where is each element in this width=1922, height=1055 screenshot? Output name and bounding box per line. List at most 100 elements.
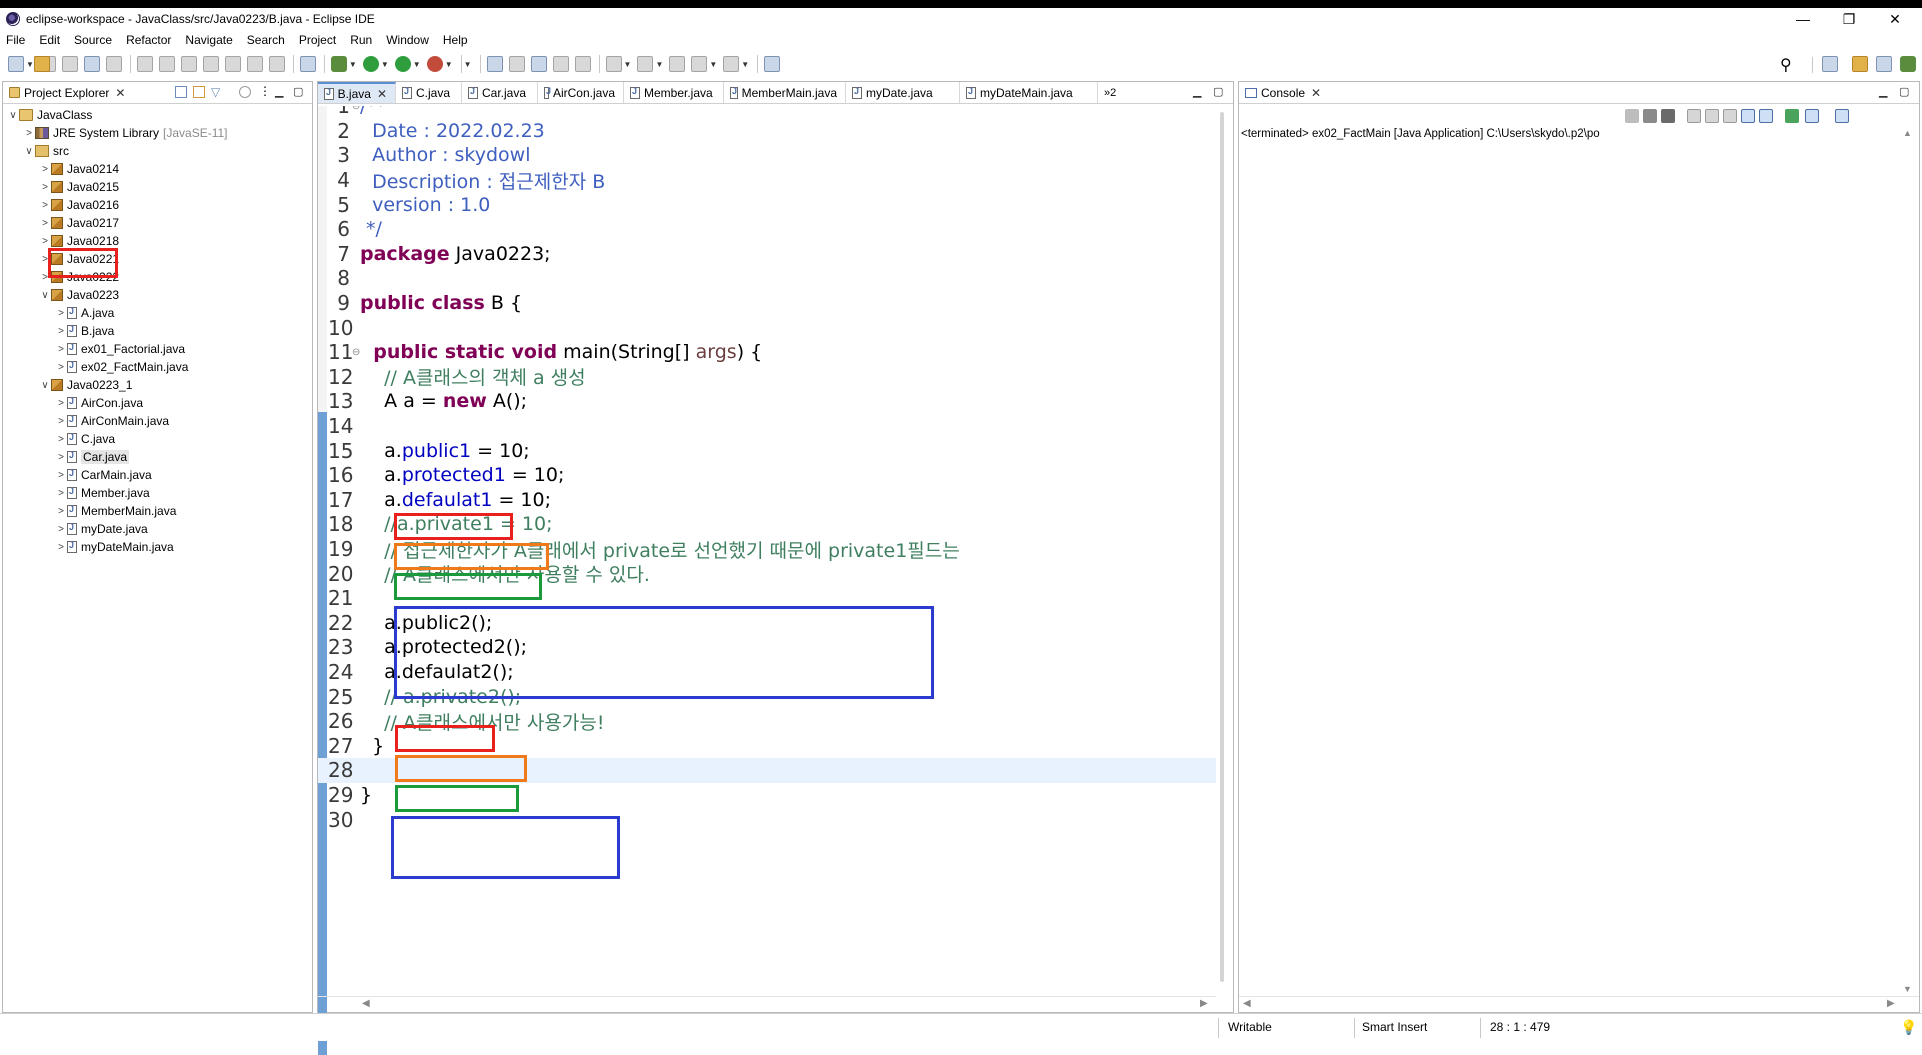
tree-item[interactable]: > AirCon.java xyxy=(55,394,143,412)
chevron-right-icon[interactable]: > xyxy=(55,398,67,409)
close-icon[interactable]: ✕ xyxy=(1311,86,1321,100)
tab-b-java[interactable]: B.java ✕ xyxy=(318,82,396,103)
remove-launch-icon[interactable] xyxy=(1643,109,1657,123)
chevron-down-icon[interactable]: ▼ xyxy=(464,60,472,69)
new-icon[interactable] xyxy=(8,56,24,72)
code-line[interactable]: 15 a.public1 = 10; xyxy=(318,438,1216,463)
chevron-down-icon[interactable]: ▼ xyxy=(413,60,421,69)
step-return-icon[interactable] xyxy=(268,56,285,72)
tab-member-java[interactable]: Member.java xyxy=(624,82,724,103)
tree-item[interactable]: > CarMain.java xyxy=(55,466,152,484)
chevron-right-icon[interactable]: > xyxy=(55,488,67,499)
maximize-view-icon[interactable]: ▢ xyxy=(1899,85,1909,98)
menu-file[interactable]: File xyxy=(6,33,25,47)
chevron-down-icon[interactable]: ▼ xyxy=(381,60,389,69)
tree-item[interactable]: > Java0217 xyxy=(39,214,119,232)
code-line[interactable]: 2 Date : 2022.02.23 xyxy=(318,119,1216,144)
chevron-down-icon[interactable]: ▼ xyxy=(349,60,357,69)
toggle-mark-icon[interactable] xyxy=(530,56,547,72)
scroll-lock-icon[interactable] xyxy=(1705,109,1719,123)
tab-console[interactable]: Console ✕ xyxy=(1239,82,1329,103)
clear-console-icon[interactable] xyxy=(1687,109,1701,123)
step-into-icon[interactable] xyxy=(224,56,241,72)
debug-icon[interactable] xyxy=(330,56,347,72)
code-line[interactable]: 14 xyxy=(318,414,1216,439)
tree-item[interactable]: > myDate.java xyxy=(55,520,148,538)
chevron-right-icon[interactable]: > xyxy=(55,524,67,535)
tree-item[interactable]: > A.java xyxy=(55,304,114,322)
tree-item[interactable]: > JRE System Library [JavaSE-11] xyxy=(23,124,227,142)
scroll-left-icon[interactable]: ◀ xyxy=(362,998,370,1009)
minimize-view-icon[interactable]: ▁ xyxy=(275,85,283,98)
focus-icon[interactable] xyxy=(239,86,251,98)
menu-source[interactable]: Source xyxy=(74,33,112,47)
horizontal-scrollbar[interactable]: ◀ ▶ xyxy=(318,996,1216,1012)
chevron-right-icon[interactable]: > xyxy=(39,236,51,247)
tree-item[interactable]: > C.java xyxy=(55,430,115,448)
code-line[interactable]: 11 ⊖ public static void main(String[] arg… xyxy=(318,340,1216,365)
run-coverage-icon[interactable] xyxy=(394,56,411,72)
code-line[interactable]: 1 ⊖/** xyxy=(318,106,1216,119)
chevron-down-icon[interactable]: ▼ xyxy=(26,60,34,69)
code-line[interactable]: 9 public class B { xyxy=(318,291,1216,316)
tree-item[interactable]: > B.java xyxy=(55,322,114,340)
scroll-right-icon[interactable]: ▶ xyxy=(1200,998,1208,1009)
collapse-all-icon[interactable] xyxy=(175,86,187,98)
more-tabs-button[interactable]: »2 xyxy=(1104,87,1116,99)
word-wrap-icon[interactable] xyxy=(1723,109,1737,123)
search-icon[interactable]: ⚲ xyxy=(1780,55,1792,75)
chevron-right-icon[interactable]: > xyxy=(23,128,35,139)
code-line[interactable]: 17 a.defaulat1 = 10; xyxy=(318,488,1216,513)
chevron-down-icon[interactable]: ∨ xyxy=(39,290,51,301)
chevron-right-icon[interactable]: > xyxy=(55,506,67,517)
tree-item[interactable]: ∨ Java0223_1 xyxy=(39,376,132,394)
forward-icon[interactable] xyxy=(723,56,740,72)
chevron-down-icon[interactable]: ▼ xyxy=(445,60,453,69)
view-menu-icon[interactable]: ⋮ xyxy=(259,84,271,98)
tab-c-java[interactable]: C.java xyxy=(396,82,462,103)
tree-item[interactable]: > Java0216 xyxy=(39,196,119,214)
code-line[interactable]: 13 A a = new A(); xyxy=(318,389,1216,414)
save-all-icon[interactable] xyxy=(61,56,78,72)
tab-mydate-java[interactable]: myDate.java xyxy=(846,82,960,103)
menu-navigate[interactable]: Navigate xyxy=(185,33,232,47)
skip-breakpoints-icon[interactable] xyxy=(105,56,122,72)
tab-mydatemain-java[interactable]: myDateMain.java xyxy=(960,82,1098,103)
tree-item[interactable]: > Java0215 xyxy=(39,178,119,196)
code-line[interactable]: 8 xyxy=(318,266,1216,291)
tree-item[interactable]: > Member.java xyxy=(55,484,150,502)
chevron-down-icon[interactable]: ∨ xyxy=(23,146,35,157)
close-icon[interactable]: ✕ xyxy=(115,86,125,100)
menu-run[interactable]: Run xyxy=(350,33,372,47)
tip-icon[interactable]: 💡 xyxy=(1900,1019,1917,1036)
open-type-icon[interactable] xyxy=(486,56,503,72)
chevron-right-icon[interactable]: > xyxy=(55,470,67,481)
tree-item[interactable]: ∨ src xyxy=(23,142,69,160)
close-icon[interactable]: ✕ xyxy=(377,87,387,101)
next-annotation-icon[interactable] xyxy=(605,56,622,72)
chevron-right-icon[interactable]: > xyxy=(55,416,67,427)
menu-search[interactable]: Search xyxy=(247,33,285,47)
code-line[interactable]: 3 Author : skydowl xyxy=(318,143,1216,168)
menu-edit[interactable]: Edit xyxy=(39,33,60,47)
tree-item[interactable]: > ex02_FactMain.java xyxy=(55,358,188,376)
code-line[interactable]: 16 a.protected1 = 10; xyxy=(318,463,1216,488)
menu-window[interactable]: Window xyxy=(386,33,429,47)
show-on-error-icon[interactable] xyxy=(1759,109,1773,123)
chevron-right-icon[interactable]: > xyxy=(55,542,67,553)
tab-aircon-java[interactable]: AirCon.java xyxy=(538,82,624,103)
maximize-view-icon[interactable]: ▢ xyxy=(293,85,303,98)
open-perspective-icon[interactable] xyxy=(1822,56,1838,72)
tab-membermain-java[interactable]: MemberMain.java xyxy=(724,82,846,103)
minimize-view-icon[interactable]: ▁ xyxy=(1879,85,1887,98)
chevron-down-icon[interactable]: ▼ xyxy=(655,60,663,69)
code-line[interactable]: 7 package Java0223; xyxy=(318,242,1216,267)
code-line[interactable]: 12 // A클래스의 객체 a 생성 xyxy=(318,365,1216,390)
chevron-down-icon[interactable]: ▼ xyxy=(709,60,717,69)
toggle-block-icon[interactable] xyxy=(552,56,569,72)
tree-item[interactable]: > Java0214 xyxy=(39,160,119,178)
chevron-right-icon[interactable]: > xyxy=(39,182,51,193)
print-icon[interactable] xyxy=(83,56,100,72)
vertical-scrollbar[interactable] xyxy=(1215,106,1231,998)
chevron-right-icon[interactable]: > xyxy=(55,434,67,445)
